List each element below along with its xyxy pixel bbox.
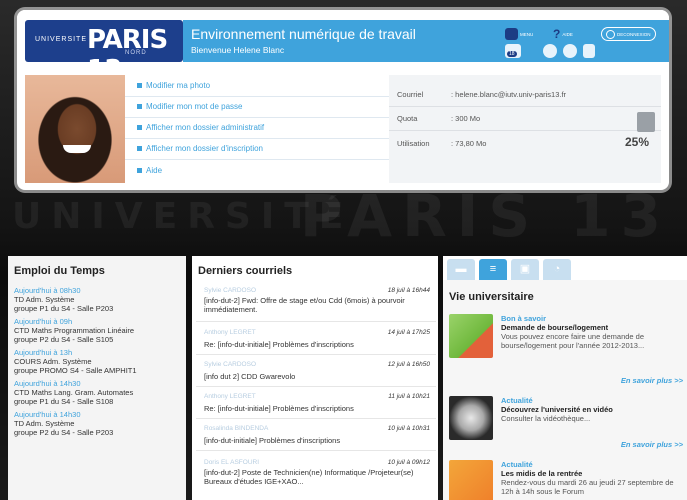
user-photo <box>25 75 125 183</box>
bullet-icon <box>137 83 142 88</box>
mail-item[interactable]: Anthony LEGRET 14 juil à 17h25 Re: [info… <box>196 328 436 355</box>
schedule-entry[interactable]: Aujourd'hui à 13h COURS Adm. Système gro… <box>14 348 184 375</box>
tab-video[interactable]: ▣ <box>511 259 539 280</box>
link-modify-password[interactable]: Modifier mon mot de passe <box>125 96 389 118</box>
schedule-entry[interactable]: Aujourd'hui à 14h30 TD Adm. Système grou… <box>14 410 184 437</box>
mail-item[interactable]: Sylvie CARDOSO 12 juil à 16h50 [info dut… <box>196 360 436 387</box>
chat-icon[interactable] <box>543 44 557 58</box>
mails-panel: Derniers courriels Sylvie CARDOSO 18 jui… <box>192 256 438 500</box>
bullet-icon <box>137 146 142 151</box>
help-icon: ? <box>553 27 561 41</box>
schedule-entry[interactable]: Aujourd'hui à 08h30 TD Adm. Système grou… <box>14 286 184 313</box>
campus-panel: ▬ ≡ ▣ ◔ Vie universitaire Bon à savoir D… <box>443 256 687 500</box>
university-watermark: UNIVERSITÉ PARIS 13 <box>12 190 671 250</box>
profile-card: UNIVERSITE PARIS 13 NORD Environnement n… <box>17 10 669 190</box>
unread-badge: 18 <box>507 51 517 57</box>
menu-icon <box>505 28 518 40</box>
disk-icon <box>637 112 655 132</box>
mail-item[interactable]: Rosalinda BINDENDA 10 juil à 10h31 [info… <box>196 424 436 451</box>
mail-item[interactable]: Doris EL ASFOURI 10 juil à 09h12 [info-d… <box>196 458 436 494</box>
welcome-text: Bienvenue Helene Blanc <box>191 45 285 55</box>
title-bar: Environnement numérique de travail Bienv… <box>183 20 485 62</box>
schedule-panel: Emploi du Temps Aujourd'hui à 08h30 TD A… <box>8 256 186 500</box>
link-admin-file[interactable]: Afficher mon dossier administratif <box>125 117 389 139</box>
schedule-entry[interactable]: Aujourd'hui à 14h30 CTD Maths Lang. Gram… <box>14 379 184 406</box>
campus-title: Vie universitaire <box>449 291 534 303</box>
read-more-link[interactable]: En savoir plus >> <box>621 440 683 449</box>
schedule-entry[interactable]: Aujourd'hui à 09h CTD Maths Programmatio… <box>14 317 184 344</box>
mail-quota-panel: Courriel : helene.blanc@iutv.univ-paris1… <box>389 75 661 183</box>
news-thumbnail <box>449 460 493 500</box>
tab-news[interactable]: ≡ <box>479 259 507 280</box>
mail-item[interactable]: Anthony LEGRET 11 juil à 10h21 Re: [info… <box>196 392 436 419</box>
speech-bubble-icon: ▬ <box>455 263 467 275</box>
usage-row: Utilisation : 73,80 Mo <box>397 138 487 148</box>
schedule-title: Emploi du Temps <box>14 265 105 277</box>
profile-links: Modifier ma photo Modifier mon mot de pa… <box>125 75 389 183</box>
portal-header: UNIVERSITE PARIS 13 NORD Environnement n… <box>17 10 669 85</box>
university-logo[interactable]: UNIVERSITE PARIS 13 NORD <box>25 20 183 85</box>
video-icon: ▣ <box>519 263 531 275</box>
document-icon[interactable] <box>583 44 595 58</box>
mail-item[interactable]: Sylvie CARDOSO 18 juil à 16h44 [info-dut… <box>196 286 436 322</box>
tab-clock[interactable]: ◔ <box>543 259 571 280</box>
page-title: Environnement numérique de travail <box>191 26 416 42</box>
clock-icon: ◔ <box>553 263 561 275</box>
info-icon[interactable] <box>563 44 577 58</box>
menu-button[interactable]: MENU <box>505 27 533 41</box>
logout-button[interactable]: DECONNEXION <box>601 27 656 41</box>
link-modify-photo[interactable]: Modifier ma photo <box>125 75 389 97</box>
toolbar: MENU ? AIDE DECONNEXION 18 <box>485 20 669 62</box>
email-row: Courriel : helene.blanc@iutv.univ-paris1… <box>389 83 661 107</box>
news-thumbnail <box>449 396 493 440</box>
quota-row: Quota : 300 Mo <box>389 107 661 131</box>
news-thumbnail <box>449 314 493 358</box>
list-icon: ≡ <box>489 263 497 275</box>
read-more-link[interactable]: En savoir plus >> <box>621 376 683 385</box>
news-item[interactable]: Actualité Découvrez l'université en vidé… <box>449 396 685 444</box>
tab-messages[interactable]: ▬ <box>447 259 475 280</box>
mails-title: Derniers courriels <box>198 265 293 277</box>
power-icon <box>606 29 615 39</box>
link-registration-file[interactable]: Afficher mon dossier d'inscription <box>125 138 389 160</box>
usage-percent: 25% <box>625 135 650 149</box>
help-button[interactable]: ? AIDE <box>553 27 573 41</box>
news-item[interactable]: Bon à savoir Demande de bourse/logement … <box>449 314 685 374</box>
news-item[interactable]: Actualité Les midis de la rentrée Rendez… <box>449 460 685 500</box>
link-help[interactable]: Aide <box>125 159 389 181</box>
bullet-icon <box>137 125 142 130</box>
bullet-icon <box>137 167 142 173</box>
bullet-icon <box>137 104 142 109</box>
panel-tabs: ▬ ≡ ▣ ◔ <box>443 256 687 280</box>
